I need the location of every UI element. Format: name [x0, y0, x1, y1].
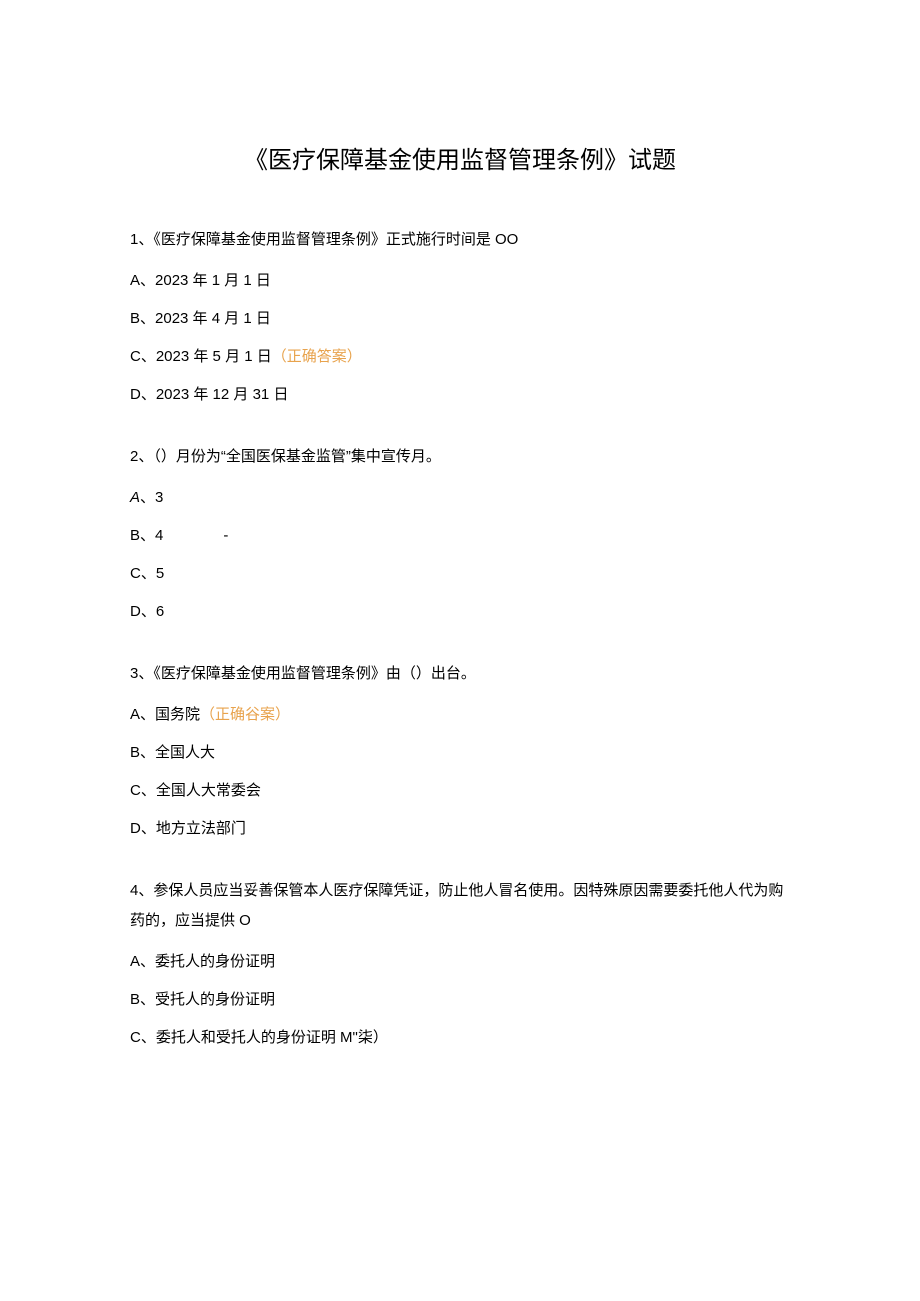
- question-2-text: 2、（）月份为“全国医保基金监管”集中宣传月。: [130, 442, 790, 472]
- option-text: 年: [193, 386, 212, 403]
- option-label: A: [130, 489, 140, 506]
- question-1-text: 1、《医疗保障基金使用监督管理条例》正式施行时间是 OO: [130, 225, 790, 255]
- option-text: 4: [212, 310, 225, 327]
- option-label: B、受托人的身份证明: [130, 991, 275, 1008]
- question-3-text: 3、《医疗保障基金使用监督管理条例》由（）出台。: [130, 659, 790, 689]
- question-1-option-c: C、2023 年 5 月 1 日（正确答案）: [130, 345, 790, 369]
- option-label: C、5: [130, 565, 164, 582]
- question-1-option-d: D、2023 年 12 月 31 日: [130, 383, 790, 407]
- option-text: 月: [225, 348, 244, 365]
- question-2-option-d: D、6: [130, 600, 790, 624]
- correct-answer-label: （正确答案）: [272, 348, 362, 365]
- question-1: 1、《医疗保障基金使用监督管理条例》正式施行时间是 OO A、2023 年 1 …: [130, 225, 790, 407]
- option-text: 1: [243, 310, 256, 327]
- option-text: 31: [253, 386, 274, 403]
- option-label: C、委托人和受托人的身份证明 M"柒）: [130, 1029, 388, 1046]
- question-2-option-c: C、5: [130, 562, 790, 586]
- option-label: A、国务院: [130, 706, 200, 723]
- question-1-option-b: B、2023 年 4 月 1 日: [130, 307, 790, 331]
- option-label: D、2023: [130, 386, 193, 403]
- option-text: 12: [213, 386, 234, 403]
- option-text: 日: [257, 348, 272, 365]
- question-3-option-c: C、全国人大常委会: [130, 779, 790, 803]
- option-label: B、4: [130, 527, 163, 544]
- option-label: D、6: [130, 603, 164, 620]
- option-text: 年: [193, 310, 212, 327]
- option-label: B、2023: [130, 310, 193, 327]
- option-text: 日: [256, 272, 271, 289]
- option-label: B、全国人大: [130, 744, 215, 761]
- question-4-option-a: A、委托人的身份证明: [130, 950, 790, 974]
- question-2-option-a: A、3: [130, 486, 790, 510]
- option-label: C、2023: [130, 348, 193, 365]
- option-text: 5: [213, 348, 226, 365]
- option-text: 1: [244, 348, 257, 365]
- question-4-option-c: C、委托人和受托人的身份证明 M"柒）: [130, 1026, 790, 1050]
- option-text: 日: [256, 310, 271, 327]
- option-text: 1: [212, 272, 225, 289]
- option-text: 月: [233, 386, 252, 403]
- option-text: 年: [193, 348, 212, 365]
- option-text: 年: [193, 272, 212, 289]
- option-text: 月: [224, 272, 243, 289]
- option-text: 月: [224, 310, 243, 327]
- option-label: A、2023: [130, 272, 193, 289]
- option-label: D、地方立法部门: [130, 820, 246, 837]
- option-label: A、委托人的身份证明: [130, 953, 275, 970]
- option-text: 、3: [140, 489, 163, 506]
- question-4: 4、参保人员应当妥善保管本人医疗保障凭证，防止他人冒名使用。因特殊原因需要委托他…: [130, 876, 790, 1050]
- option-text: 日: [273, 386, 288, 403]
- option-text: 1: [243, 272, 256, 289]
- question-4-option-b: B、受托人的身份证明: [130, 988, 790, 1012]
- option-label: C、全国人大常委会: [130, 782, 261, 799]
- question-3-option-b: B、全国人大: [130, 741, 790, 765]
- question-2: 2、（）月份为“全国医保基金监管”集中宣传月。 A、3 B、4 - C、5 D、6: [130, 442, 790, 624]
- page-title: 《医疗保障基金使用监督管理条例》试题: [130, 140, 790, 175]
- question-2-option-b: B、4 -: [130, 524, 790, 548]
- question-3: 3、《医疗保障基金使用监督管理条例》由（）出台。 A、国务院（正确谷案） B、全…: [130, 659, 790, 841]
- option-dash: -: [223, 524, 228, 548]
- correct-answer-label: （正确谷案）: [200, 706, 290, 723]
- question-3-option-d: D、地方立法部门: [130, 817, 790, 841]
- question-4-text: 4、参保人员应当妥善保管本人医疗保障凭证，防止他人冒名使用。因特殊原因需要委托他…: [130, 876, 790, 936]
- question-3-option-a: A、国务院（正确谷案）: [130, 703, 790, 727]
- question-1-option-a: A、2023 年 1 月 1 日: [130, 269, 790, 293]
